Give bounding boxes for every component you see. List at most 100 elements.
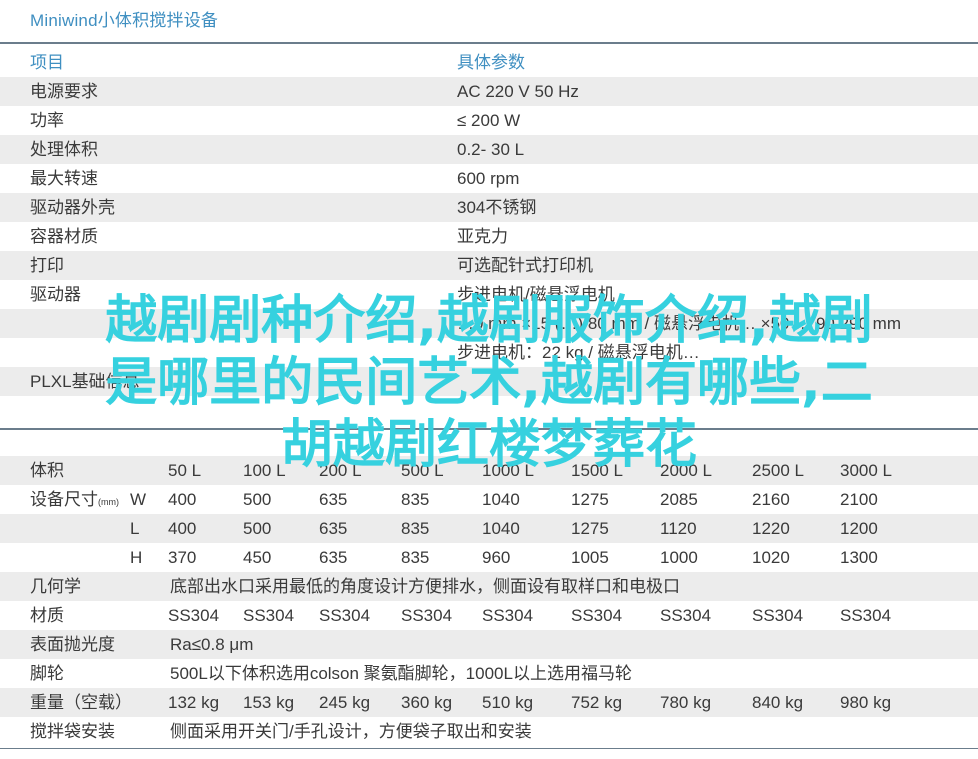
table-cell: SS304	[319, 606, 371, 625]
table-cell: 780 kg	[660, 693, 712, 712]
row-label: 设备尺寸(mm)	[30, 485, 119, 517]
table-cell: 980 kg	[840, 693, 892, 712]
table-cell: 1220	[752, 519, 790, 538]
table-cell: 510 kg	[482, 693, 534, 712]
table-row: 材质 SS304 SS304 SS304 SS304 SS304 SS304 SS304 SS3…	[0, 601, 978, 630]
table-row: 容器材质 亚克力	[0, 222, 978, 251]
table-cell: 400	[168, 519, 197, 538]
table-cell: 1040	[482, 519, 520, 538]
row-label: 几何学	[30, 572, 81, 604]
table-cell-span: 500L以下体积选用colson 聚氨酯脚轮，1000L以上选用福马轮	[170, 664, 632, 683]
spec-header-value: 具体参数	[457, 53, 525, 72]
table-cell: 500	[243, 490, 272, 509]
spec-value: 可选配针式打印机	[457, 256, 593, 275]
row-dimension: L	[130, 519, 140, 538]
table-cell: SS304	[243, 606, 295, 625]
table-cell: 400	[168, 490, 197, 509]
spec-header-label: 项目	[30, 53, 64, 72]
row-label: 材质	[30, 601, 64, 633]
document-title: Miniwind小体积搅拌设备	[30, 11, 219, 30]
table-cell: 450	[243, 548, 272, 567]
bottom-divider	[0, 748, 978, 749]
table-cell: SS304	[168, 606, 220, 625]
spec-label: 处理体积	[30, 140, 98, 159]
table-cell: 840 kg	[752, 693, 804, 712]
table-cell: 1200	[840, 519, 878, 538]
table-cell: 500	[243, 519, 272, 538]
table-row: 重量（空载） 132 kg 153 kg 245 kg 360 kg 510 kg 752 …	[0, 688, 978, 717]
table-row: 电源要求 AC 220 V 50 Hz	[0, 77, 978, 106]
table-row: L 400 500 635 835 1040 1275 1120 1220 1200	[0, 514, 978, 543]
table-cell: 245 kg	[319, 693, 371, 712]
table-cell: 1020	[752, 548, 790, 567]
row-dimension: H	[130, 548, 143, 567]
table-cell: SS304	[660, 606, 712, 625]
row-label-text: 设备尺寸	[30, 490, 98, 509]
spec-value: 600 rpm	[457, 169, 520, 188]
table-row: 表面抛光度 Ra≤0.8 μm	[0, 630, 978, 659]
row-label-text: 重量（空载）	[30, 693, 132, 712]
row-label-text: 表面抛光度	[30, 635, 115, 654]
overlay-line: 是哪里的民间艺术,越剧有哪些,二	[105, 353, 873, 413]
table-row: 设备尺寸(mm) W 400 500 635 835 1040 1275 2085 2160 210…	[0, 485, 978, 514]
table-cell: SS304	[482, 606, 534, 625]
table-cell-span: 侧面采用开关门/手孔设计，方便袋子取出和安装	[170, 722, 532, 741]
table-row: H 370 450 635 835 960 1005 1000 1020 1300	[0, 543, 978, 572]
volume-table: 体积 50 L 100 L 200 L 500 L 1000 L 1500 L 2000 L2…	[0, 456, 978, 746]
table-cell: 153 kg	[243, 693, 295, 712]
table-cell: 1005	[571, 548, 609, 567]
table-row: 打印 可选配针式打印机	[0, 251, 978, 280]
row-dimension: W	[130, 490, 147, 509]
title-divider	[0, 42, 978, 44]
table-row: 搅拌袋安装 侧面采用开关门/手孔设计，方便袋子取出和安装	[0, 717, 978, 746]
table-cell: 752 kg	[571, 693, 623, 712]
row-label-unit: (mm)	[98, 497, 119, 507]
table-row: 几何学 底部出水口采用最低的角度设计方便排水，侧面设有取样口和电极口	[0, 572, 978, 601]
spec-table-header: 项目 具体参数	[0, 48, 978, 77]
table-cell: 635	[319, 490, 348, 509]
table-cell: SS304	[752, 606, 804, 625]
spec-label: 驱动器外壳	[30, 198, 115, 217]
table-cell: 835	[401, 548, 430, 567]
headline-overlay: 越剧剧种介绍,越剧服饰介绍,越剧 是哪里的民间艺术,越剧有哪些,二 胡越剧红楼梦…	[0, 290, 978, 476]
table-cell: 2100	[840, 490, 878, 509]
table-cell: 1275	[571, 519, 609, 538]
table-cell: 2085	[660, 490, 698, 509]
spec-value: 304不锈钢	[457, 198, 537, 217]
table-row: 脚轮 500L以下体积选用colson 聚氨酯脚轮，1000L以上选用福马轮	[0, 659, 978, 688]
table-cell: 1000	[660, 548, 698, 567]
table-cell: 1275	[571, 490, 609, 509]
table-cell: 1040	[482, 490, 520, 509]
overlay-line: 越剧剧种介绍,越剧服饰介绍,越剧	[105, 291, 873, 351]
table-cell-span: Ra≤0.8 μm	[170, 635, 254, 654]
spec-label: 功率	[30, 111, 64, 130]
row-label: 脚轮	[30, 659, 64, 691]
spec-value: 亚克力	[457, 227, 508, 246]
table-cell: 1300	[840, 548, 878, 567]
row-label: 表面抛光度	[30, 630, 115, 662]
table-cell: 370	[168, 548, 197, 567]
spec-label: 容器材质	[30, 227, 98, 246]
table-cell: 1120	[660, 519, 697, 538]
spec-label: 打印	[30, 256, 64, 275]
table-cell: 835	[401, 490, 430, 509]
row-label-text: 材质	[30, 606, 64, 625]
table-cell: 960	[482, 548, 511, 567]
row-label: 搅拌袋安装	[30, 717, 115, 749]
table-cell: 132 kg	[168, 693, 220, 712]
overlay-line: 胡越剧红楼梦葬花	[280, 415, 697, 475]
table-cell: 835	[401, 519, 430, 538]
spec-value: AC 220 V 50 Hz	[457, 82, 579, 101]
table-cell: SS304	[571, 606, 623, 625]
table-row: 处理体积 0.2- 30 L	[0, 135, 978, 164]
row-label: 重量（空载）	[30, 688, 132, 720]
table-cell: SS304	[401, 606, 453, 625]
table-row: 驱动器外壳 304不锈钢	[0, 193, 978, 222]
table-cell: 635	[319, 519, 348, 538]
row-label-text: 脚轮	[30, 664, 64, 683]
spec-label: 最大转速	[30, 169, 98, 188]
table-cell: 360 kg	[401, 693, 453, 712]
spec-label: 电源要求	[30, 82, 98, 101]
table-cell: SS304	[840, 606, 892, 625]
spec-value: 0.2- 30 L	[457, 140, 525, 159]
